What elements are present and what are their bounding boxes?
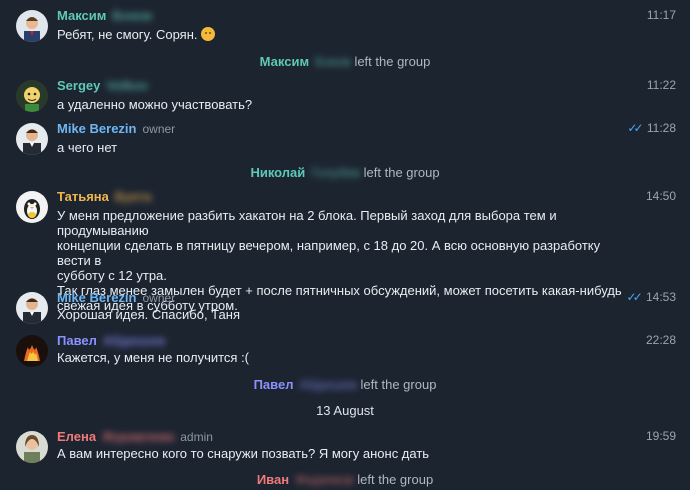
message-text: А вам интересно кого то снаружи позвать?… [57,446,430,461]
message-text: а чего нет [57,140,118,155]
avatar[interactable] [16,191,48,223]
sender-surname: Журавлева [102,429,175,444]
message-item[interactable]: Максим Боков 11:17 Ребят, не смогу. Сорян… [0,8,690,48]
message-item[interactable]: Sergey Volkov 11:22 а удаленно можно учас… [0,78,690,118]
message-text: Ребят, не смогу. Сорян. [57,27,632,42]
message-time: 11:22 [646,78,676,92]
message-item[interactable]: Елена Журавлева admin 19:59 А вам интересн… [0,429,690,469]
service-text: left the group [354,54,431,69]
message-time: 22:28 [645,333,676,347]
message-time: 19:59 [645,429,676,443]
sender-surname: Volkov [106,78,149,93]
message-time: 14:50 [645,189,676,203]
service-message: Николай Голубев left the group [0,165,690,180]
message-text: Хорошая идея. Спасибо, Таня [57,307,240,322]
read-checkmarks-icon: ✓✓ [626,290,643,304]
sender-name[interactable]: Максим Боков [57,8,152,23]
sender-surname: Боков [112,8,152,23]
message-time: ✓✓ 11:28 [627,121,676,135]
message-item[interactable]: Татьяна Букта 14:50 У меня предложение ра… [0,189,690,313]
sender-name[interactable]: Елена Журавлева admin [57,429,213,444]
service-message: Иван Федянков left the group [0,472,690,487]
service-text: left the group [360,377,437,392]
sender-name[interactable]: Sergey Volkov [57,78,148,93]
role-badge: owner [142,291,176,305]
message-text: Кажется, у меня не получится :( [57,350,250,365]
message-time-value: 14:53 [645,290,676,304]
service-text: left the group [363,165,440,180]
avatar[interactable] [16,292,48,324]
message-time: ✓✓ 14:53 [627,290,676,304]
service-name[interactable]: Павел [254,377,294,392]
service-name[interactable]: Максим [260,54,309,69]
message-time-value: 11:28 [646,121,676,135]
service-text: left the group [357,472,434,487]
date-separator: 13 August [316,403,374,418]
sender-name[interactable]: Mike Berezin owner [57,290,175,305]
service-surname: Федянков [295,472,354,487]
avatar[interactable] [16,123,48,155]
service-message: Павел Абдюшев left the group [0,377,690,392]
message-item[interactable]: Mike Berezin owner ✓✓ 11:28 а чего нет [0,121,690,161]
sender-name[interactable]: Павел Абдюшев [57,333,165,348]
service-message: Максим Боков left the group [0,54,690,69]
sender-name[interactable]: Татьяна Букта [57,189,151,204]
message-item[interactable]: Павел Абдюшев 22:28 Кажется, у меня не по… [0,333,690,373]
pensive-face-emoji-icon [201,27,216,41]
service-name[interactable]: Николай [250,165,305,180]
service-surname: Голубев [311,165,361,180]
message-time: 11:17 [646,8,676,22]
avatar[interactable] [16,431,48,463]
sender-name[interactable]: Mike Berezin owner [57,121,175,136]
avatar[interactable] [16,335,48,367]
role-badge: admin [180,430,213,444]
message-text: а удаленно можно участвовать? [57,97,253,112]
read-checkmarks-icon: ✓✓ [627,121,643,135]
service-surname: Боков [315,54,351,69]
sender-surname: Абдюшев [102,333,166,348]
avatar[interactable] [16,10,48,42]
message-item[interactable]: Mike Berezin owner ✓✓ 14:53 Хорошая идея.… [0,290,690,330]
service-name[interactable]: Иван [257,472,289,487]
role-badge: owner [142,122,176,136]
service-surname: Абдюшев [299,377,357,392]
sender-surname: Букта [114,189,152,204]
avatar[interactable] [16,80,48,112]
